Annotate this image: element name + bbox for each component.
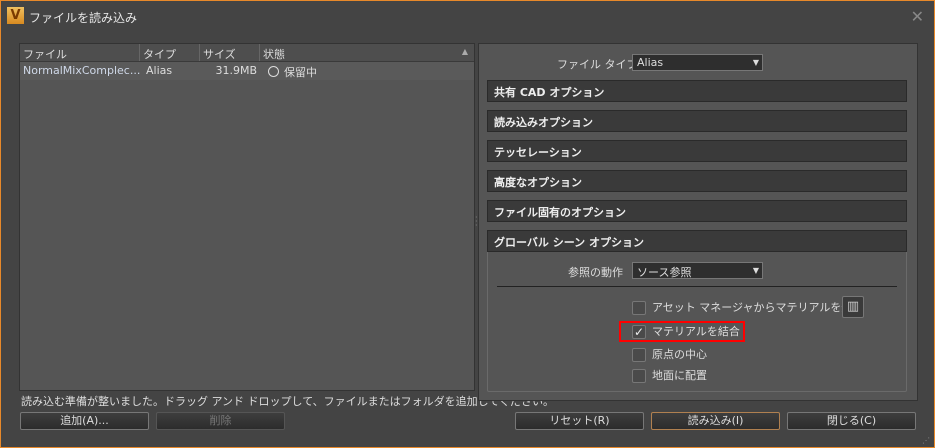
- add-button[interactable]: 追加(A)...: [20, 412, 149, 430]
- section-tessellation[interactable]: テッセレーション: [487, 140, 907, 162]
- import-dialog: V ファイルを読み込み ✕ ファイル タイプ サイズ 状態 ▲ NormalMix…: [0, 0, 935, 448]
- option-label: アセット マネージャからマテリアルを適用: [652, 301, 864, 314]
- import-button[interactable]: 読み込み(I): [651, 412, 780, 430]
- table-row[interactable]: NormalMixComplec... Alias 31.9MB 保留中: [20, 62, 474, 80]
- section-import-options[interactable]: 読み込みオプション: [487, 110, 907, 132]
- chevron-down-icon: ▼: [752, 58, 759, 67]
- option-apply-asset-material[interactable]: アセット マネージャからマテリアルを適用: [632, 299, 863, 315]
- sort-asc-icon: ▲: [461, 47, 468, 56]
- option-place-on-ground[interactable]: 地面に配置: [632, 367, 707, 383]
- file-list-header: ファイル タイプ サイズ 状態 ▲: [20, 44, 474, 62]
- file-type-select[interactable]: Alias ▼: [632, 54, 763, 71]
- reference-label: 参照の動作: [568, 266, 623, 279]
- file-list[interactable]: ファイル タイプ サイズ 状態 ▲ NormalMixComplec... Ali…: [19, 43, 475, 391]
- column-status-label: 状態: [263, 48, 285, 61]
- cell-status: 保留中: [284, 66, 317, 79]
- library-icon[interactable]: ▥: [842, 296, 864, 318]
- section-shared-cad[interactable]: 共有 CAD オプション: [487, 80, 907, 102]
- reference-value: ソース参照: [637, 266, 692, 279]
- app-logo: V: [7, 7, 24, 24]
- column-status[interactable]: 状態 ▲: [260, 44, 474, 61]
- close-button[interactable]: 閉じる(C): [787, 412, 916, 430]
- checkbox[interactable]: [632, 301, 646, 315]
- cell-size: 31.9MB: [215, 64, 257, 77]
- cell-file: NormalMixComplec...: [23, 64, 141, 77]
- chevron-down-icon: ▼: [752, 266, 759, 275]
- close-icon[interactable]: ✕: [911, 7, 924, 26]
- clock-icon: [268, 66, 279, 77]
- option-label: 原点の中心: [652, 348, 707, 361]
- resize-grip-icon[interactable]: ⋰: [922, 436, 930, 445]
- section-file-specific[interactable]: ファイル固有のオプション: [487, 200, 907, 222]
- delete-button[interactable]: 削除: [156, 412, 285, 430]
- column-size[interactable]: サイズ: [200, 44, 260, 61]
- cell-type: Alias: [146, 64, 173, 77]
- checkbox[interactable]: [632, 369, 646, 383]
- reset-button[interactable]: リセット(R): [515, 412, 644, 430]
- section-advanced[interactable]: 高度なオプション: [487, 170, 907, 192]
- divider: [497, 286, 897, 287]
- status-text: 読み込む準備が整いました。ドラッグ アンド ドロップして、ファイルまたはフォルダ…: [21, 395, 555, 408]
- option-center-origin[interactable]: 原点の中心: [632, 346, 707, 362]
- file-type-value: Alias: [637, 56, 664, 69]
- dialog-title: ファイルを読み込み: [29, 11, 138, 25]
- column-type[interactable]: タイプ: [140, 44, 200, 61]
- section-global-scene[interactable]: グローバル シーン オプション: [487, 230, 907, 252]
- reference-select[interactable]: ソース参照 ▼: [632, 262, 763, 279]
- option-label: 地面に配置: [652, 369, 707, 382]
- checkbox[interactable]: [632, 348, 646, 362]
- highlight-box: [619, 321, 745, 342]
- column-file[interactable]: ファイル: [20, 44, 140, 61]
- file-type-label: ファイル タイプ: [557, 58, 638, 71]
